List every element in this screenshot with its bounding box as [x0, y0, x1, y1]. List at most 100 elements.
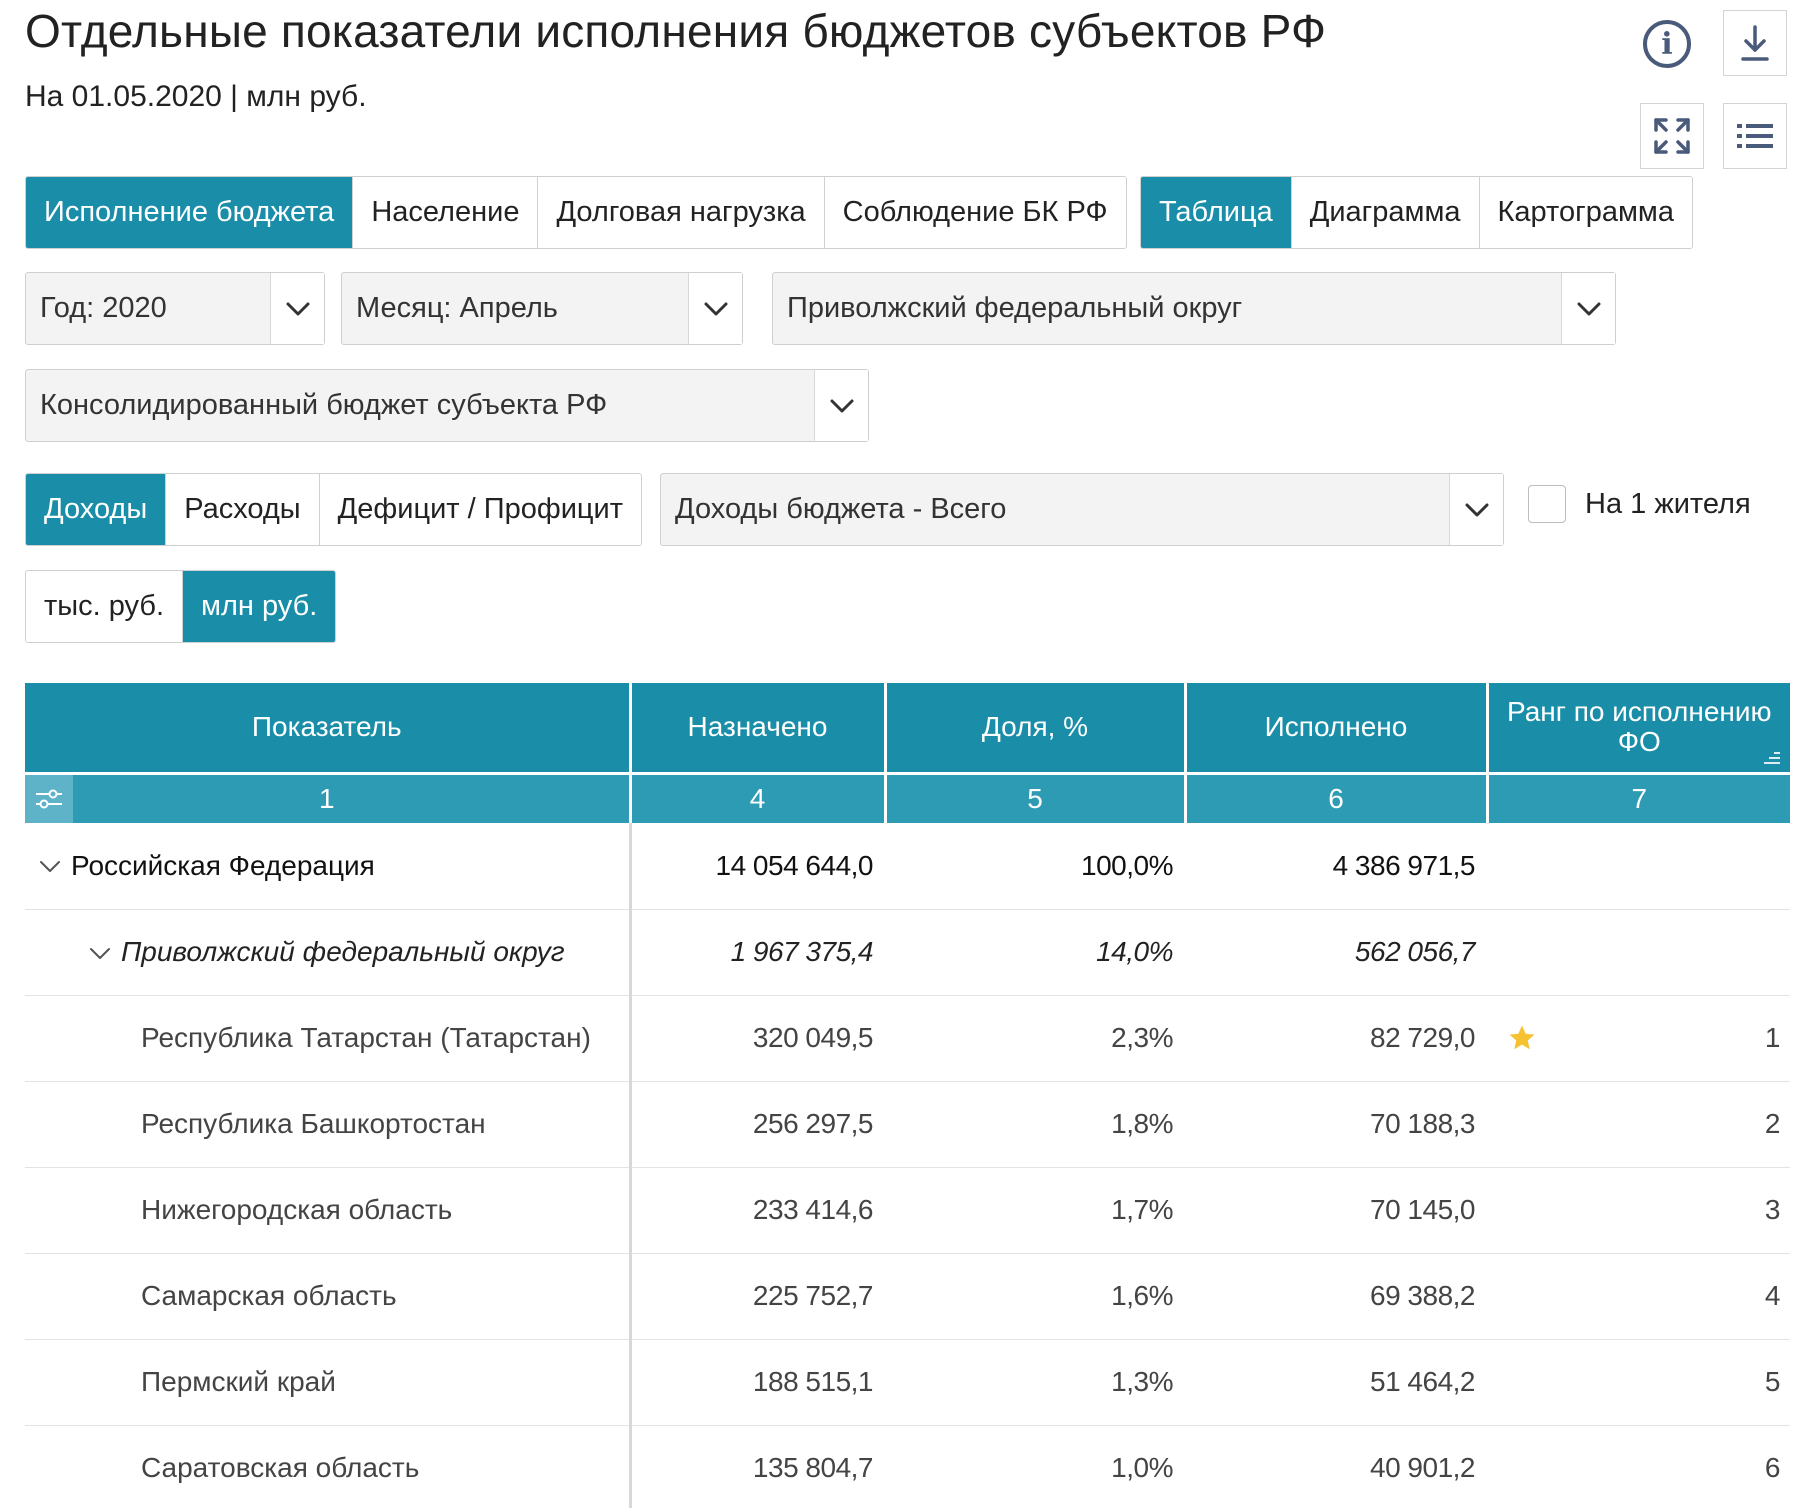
tab-diagram[interactable]: Диаграмма [1291, 177, 1480, 248]
row-share-cell: 100,0% [885, 823, 1185, 910]
page-subtitle: На 01.05.2020 | млн руб. [25, 80, 367, 113]
row-rank-value: 6 [1764, 1452, 1781, 1483]
row-indicator-cell: Пермский край [25, 1339, 632, 1426]
row-share-cell: 2,3% [885, 995, 1185, 1082]
row-rank-value: 4 [1764, 1280, 1781, 1311]
row-rank-cell: 3 [1487, 1167, 1790, 1254]
row-indicator-name: Пермский край [141, 1366, 336, 1397]
tab-income[interactable]: Доходы [26, 474, 167, 545]
tab-population[interactable]: Население [353, 177, 539, 248]
tab-expenses[interactable]: Расходы [166, 474, 320, 545]
row-rank-value: 1 [1764, 1022, 1781, 1053]
column-number-label: 1 [318, 782, 335, 814]
display-mode-tabs: Таблица Диаграмма Картограмма [1140, 176, 1693, 249]
sort-icon[interactable] [1762, 750, 1782, 766]
info-icon[interactable]: i [1643, 20, 1691, 68]
row-rank-cell: 1 [1487, 995, 1790, 1082]
row-executed-cell: 51 464,2 [1185, 1339, 1487, 1426]
table-row: Республика Башкортостан 256 297,5 1,8% 70 1… [25, 1081, 1790, 1168]
row-rank-cell: 2 [1487, 1081, 1790, 1168]
row-executed-cell: 69 388,2 [1185, 1253, 1487, 1340]
tab-cartogram[interactable]: Картограмма [1479, 177, 1692, 248]
budget-level-select-value: Консолидированный бюджет субъекта РФ [40, 389, 608, 421]
row-executed-cell: 4 386 971,5 [1185, 823, 1487, 910]
row-indicator-name: Приволжский федеральный округ [121, 936, 565, 967]
chevron-down-icon [1449, 474, 1503, 545]
table-row: Республика Татарстан (Татарстан) 320 049,… [25, 995, 1790, 1082]
sliders-icon [36, 789, 62, 809]
row-share-cell: 14,0% [885, 909, 1185, 996]
fullscreen-button[interactable] [1640, 103, 1704, 169]
row-share-cell: 1,0% [885, 1425, 1185, 1508]
download-button[interactable] [1723, 10, 1787, 76]
list-icon [1737, 124, 1773, 148]
row-indicator-cell: Российская Федерация [25, 823, 632, 910]
row-share-cell: 1,8% [885, 1081, 1185, 1168]
row-share-cell: 1,7% [885, 1167, 1185, 1254]
row-rank-cell: 5 [1487, 1339, 1790, 1426]
column-number-1: 1 [25, 771, 632, 823]
row-rank-value: 5 [1764, 1366, 1781, 1397]
column-header-executed[interactable]: Исполнено [1185, 683, 1489, 773]
per-capita-checkbox[interactable] [1528, 485, 1566, 523]
column-number-6: 6 [1185, 771, 1489, 823]
row-indicator-cell: Саратовская область [25, 1425, 632, 1508]
chevron-down-icon [688, 273, 742, 344]
month-select-value: Месяц: Апрель [356, 292, 558, 324]
per-capita-label: На 1 жителя [1585, 488, 1751, 520]
district-select-value: Приволжский федеральный округ [787, 292, 1243, 324]
row-indicator-cell: Нижегородская область [25, 1167, 632, 1254]
year-select[interactable]: Год: 2020 [25, 272, 325, 345]
table-row: Нижегородская область 233 414,6 1,7% 70 145… [25, 1167, 1790, 1254]
fullscreen-icon [1654, 118, 1690, 154]
row-indicator-cell: Приволжский федеральный округ [25, 909, 632, 996]
indicator-select[interactable]: Доходы бюджета - Всего [660, 473, 1504, 546]
row-indicator-name: Республика Башкортостан [141, 1108, 486, 1139]
budget-level-select[interactable]: Консолидированный бюджет субъекта РФ [25, 369, 869, 442]
row-indicator-name: Российская Федерация [71, 849, 375, 881]
column-header-share[interactable]: Доля, % [885, 683, 1187, 773]
budget-type-tabs: Доходы Расходы Дефицит / Профицит [25, 473, 642, 546]
table-row[interactable]: Российская Федерация 14 054 644,0 100,0% 4 … [25, 823, 1790, 910]
column-header-indicator[interactable]: Показатель [25, 683, 632, 773]
budget-table: Показатель Назначено Доля, % Исполнено Р… [25, 683, 1790, 1508]
chevron-down-icon[interactable] [39, 860, 61, 874]
chevron-down-icon [1561, 273, 1615, 344]
chevron-down-icon[interactable] [89, 947, 111, 961]
row-executed-cell: 70 188,3 [1185, 1081, 1487, 1168]
column-settings-button[interactable] [25, 774, 73, 823]
table-row[interactable]: Приволжский федеральный округ 1 967 375,4… [25, 909, 1790, 996]
tab-thousand-rub[interactable]: тыс. руб. [26, 571, 184, 642]
row-assigned-cell: 14 054 644,0 [630, 823, 885, 910]
row-share-cell: 1,6% [885, 1253, 1185, 1340]
row-executed-cell: 82 729,0 [1185, 995, 1487, 1082]
tab-million-rub[interactable]: млн руб. [183, 571, 336, 642]
row-share-cell: 1,3% [885, 1339, 1185, 1426]
indicator-select-value: Доходы бюджета - Всего [675, 493, 1007, 525]
column-number-4: 4 [630, 771, 887, 823]
table-row: Самарская область 225 752,7 1,6% 69 388,2 4 [25, 1253, 1790, 1340]
star-icon [1509, 1025, 1535, 1050]
row-indicator-cell: Республика Татарстан (Татарстан) [25, 995, 632, 1082]
list-button[interactable] [1723, 103, 1787, 169]
row-executed-cell: 70 145,0 [1185, 1167, 1487, 1254]
tab-budget-execution[interactable]: Исполнение бюджета [26, 177, 354, 248]
table-row: Пермский край 188 515,1 1,3% 51 464,2 5 [25, 1339, 1790, 1426]
row-rank-cell: 4 [1487, 1253, 1790, 1340]
district-select[interactable]: Приволжский федеральный округ [772, 272, 1616, 345]
download-icon [1741, 25, 1769, 61]
tab-debt-load[interactable]: Долговая нагрузка [538, 177, 825, 248]
tab-deficit-surplus[interactable]: Дефицит / Профицит [319, 474, 641, 545]
tab-table[interactable]: Таблица [1141, 177, 1292, 248]
chevron-down-icon [270, 273, 324, 344]
row-indicator-name: Республика Татарстан (Татарстан) [141, 1022, 591, 1053]
row-assigned-cell: 1 967 375,4 [630, 909, 885, 996]
column-header-rank[interactable]: Ранг по исполнению ФО [1487, 683, 1790, 773]
row-assigned-cell: 188 515,1 [630, 1339, 885, 1426]
month-select[interactable]: Месяц: Апрель [341, 272, 743, 345]
row-rank-value: 2 [1764, 1108, 1781, 1139]
column-header-assigned[interactable]: Назначено [630, 683, 887, 773]
view-tabs: Исполнение бюджета Население Долговая на… [25, 176, 1127, 249]
tab-budget-code-compliance[interactable]: Соблюдение БК РФ [824, 177, 1126, 248]
year-select-value: Год: 2020 [40, 292, 167, 324]
